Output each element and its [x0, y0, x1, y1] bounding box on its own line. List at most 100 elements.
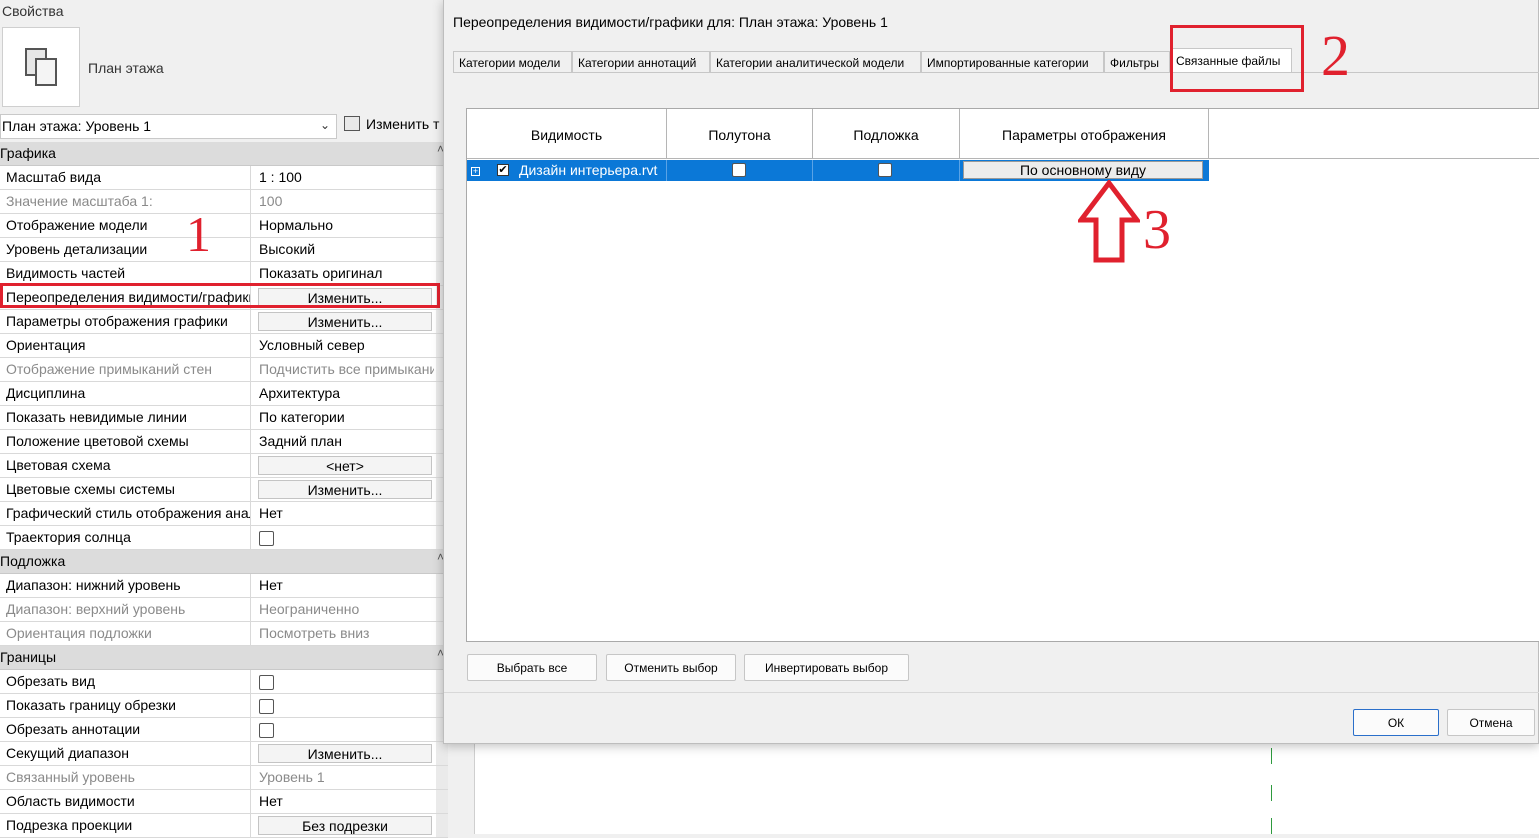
property-value: 100 [259, 193, 283, 209]
tab-analytical-categories[interactable]: Категории аналитической модели [710, 51, 921, 73]
property-label: Секущий диапазон [0, 742, 251, 765]
property-value[interactable]: 1 : 100 [258, 166, 434, 189]
property-value [258, 670, 434, 693]
up-arrow-annotation-icon [1078, 180, 1140, 263]
property-value: Неограниченно [259, 601, 360, 617]
property-label: Уровень детализации [0, 238, 251, 261]
edit-type-button[interactable]: Изменить т [344, 116, 439, 132]
property-value[interactable]: Условный север [258, 334, 434, 357]
grid-line-segment [1271, 818, 1272, 834]
property-value[interactable]: Задний план [258, 430, 434, 453]
property-row: Область видимости Нет [0, 790, 448, 814]
floor-plan-icon [2, 27, 80, 107]
property-group[interactable]: Графика ˄ [0, 142, 448, 166]
property-edit-button[interactable]: Без подрезки [258, 816, 432, 835]
property-row: Параметры отображения графики Изменить... [0, 310, 448, 334]
property-edit-button[interactable]: Изменить... [258, 312, 432, 331]
property-row: Связанный уровень Уровень 1 [0, 766, 448, 790]
view-selector[interactable]: План этажа: Уровень 1 ⌄ [0, 114, 337, 139]
property-row: Показать невидимые линии По категории [0, 406, 448, 430]
expand-icon[interactable]: + [471, 167, 480, 176]
property-group-label: Границы [0, 649, 56, 665]
property-row: Секущий диапазон Изменить... [0, 742, 448, 766]
tab-filters[interactable]: Фильтры [1104, 51, 1170, 73]
underlay-checkbox[interactable] [878, 163, 892, 177]
property-value: Уровень 1 [259, 769, 325, 785]
property-row: Цветовые схемы системы Изменить... [0, 478, 448, 502]
annotation-number-1: 1 [186, 206, 211, 262]
property-value[interactable]: Нет [258, 574, 434, 597]
invert-selection-button[interactable]: Инвертировать выбор [744, 654, 909, 681]
property-label: Связанный уровень [0, 766, 251, 789]
property-edit-button[interactable]: Изменить... [258, 480, 432, 499]
property-value[interactable]: Нормально [258, 214, 434, 237]
property-checkbox[interactable] [259, 531, 274, 546]
property-row: Обрезать вид [0, 670, 448, 694]
properties-panel: Свойства План этажа План этажа: Уровень … [0, 0, 448, 838]
property-row: Значение масштаба 1: 100 [0, 190, 448, 214]
property-value [258, 694, 434, 717]
property-edit-button[interactable]: Изменить... [258, 744, 432, 763]
property-value[interactable]: Высокий [258, 238, 434, 261]
scroll-track [436, 742, 448, 765]
deselect-button[interactable]: Отменить выбор [606, 654, 736, 681]
type-name: План этажа [88, 60, 164, 76]
property-value [258, 526, 434, 549]
property-label: Положение цветовой схемы [0, 430, 251, 453]
property-value[interactable]: Нет [258, 790, 434, 813]
column-header-halftone[interactable]: Полутона [667, 109, 813, 159]
property-row: Масштаб вида 1 : 100 [0, 166, 448, 190]
highlight-box-1 [0, 283, 440, 308]
property-edit-button[interactable]: <нет> [258, 456, 432, 475]
linked-file-name: Дизайн интерьера.rvt [519, 162, 658, 178]
property-label: Показать невидимые линии [0, 406, 251, 429]
property-value[interactable]: Нет [258, 502, 434, 525]
property-label: Обрезать вид [0, 670, 251, 693]
column-header-display-settings[interactable]: Параметры отображения [960, 109, 1209, 159]
property-label: Масштаб вида [0, 166, 251, 189]
tab-model-categories[interactable]: Категории модели [453, 51, 572, 73]
property-label: Ориентация подложки [0, 622, 251, 645]
property-checkbox[interactable] [259, 699, 274, 714]
halftone-checkbox[interactable] [732, 163, 746, 177]
display-settings-button[interactable]: По основному виду [963, 161, 1203, 179]
property-value[interactable]: Архитектура [258, 382, 434, 405]
property-row: Диапазон: нижний уровень Нет [0, 574, 448, 598]
grid-line-segment [1271, 785, 1272, 801]
property-value[interactable]: Показать оригинал [258, 262, 434, 285]
visibility-cell: + ✔ Дизайн интерьера.rvt [467, 160, 667, 181]
property-label: Показать границу обрезки [0, 694, 251, 717]
property-checkbox[interactable] [259, 723, 274, 738]
tab-divider [453, 72, 1539, 73]
property-group[interactable]: Подложка ˄ [0, 550, 448, 574]
highlight-box-2 [1170, 25, 1304, 92]
property-value: Подчистить все примыкания [259, 361, 434, 377]
linked-files-grid: Видимость Полутона Подложка Параметры от… [466, 108, 1539, 642]
tab-imported-categories[interactable]: Импортированные категории [921, 51, 1104, 73]
column-header-visibility[interactable]: Видимость [467, 109, 667, 159]
tab-annotation-categories[interactable]: Категории аннотаций [572, 51, 710, 73]
property-label: Область видимости [0, 790, 251, 813]
property-group[interactable]: Границы ˄ [0, 646, 448, 670]
property-row: Подрезка проекции Без подрезки [0, 814, 448, 838]
select-all-button[interactable]: Выбрать все [467, 654, 597, 681]
property-group-label: Подложка [0, 553, 66, 569]
properties-title: Свойства [2, 3, 64, 19]
property-value[interactable]: По категории [258, 406, 434, 429]
edit-type-icon [344, 116, 360, 131]
property-label: Значение масштаба 1: [0, 190, 251, 213]
property-row: Дисциплина Архитектура [0, 382, 448, 406]
ok-button[interactable]: ОК [1353, 709, 1439, 736]
property-label: Дисциплина [0, 382, 251, 405]
column-header-underlay[interactable]: Подложка [813, 109, 960, 159]
property-row: Ориентация подложки Посмотреть вниз [0, 622, 448, 646]
grid-line-segment [1271, 748, 1272, 764]
property-checkbox[interactable] [259, 675, 274, 690]
property-label: Графический стиль отображения анализа [0, 502, 251, 525]
visibility-checkbox[interactable]: ✔ [497, 164, 509, 176]
table-row[interactable]: + ✔ Дизайн интерьера.rvt По основному ви… [467, 160, 1209, 181]
scroll-track [436, 790, 448, 813]
annotation-number-2: 2 [1321, 23, 1350, 88]
halftone-cell [667, 160, 813, 181]
cancel-button[interactable]: Отмена [1447, 709, 1535, 736]
